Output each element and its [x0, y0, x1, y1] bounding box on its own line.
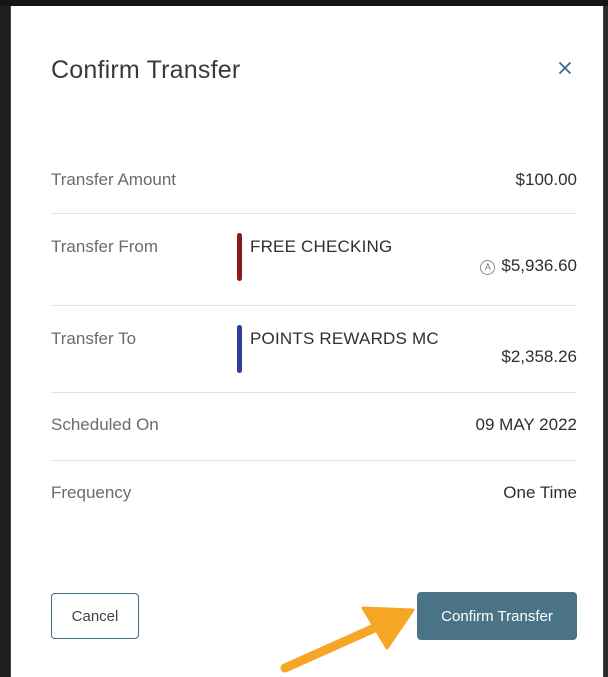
transfer-from-row: Transfer From FREE CHECKING A $5,936.60 — [51, 214, 577, 306]
from-account-name: FREE CHECKING — [250, 237, 393, 256]
cancel-button[interactable]: Cancel — [51, 593, 139, 639]
from-account-color-bar — [237, 233, 242, 281]
available-balance-icon: A — [480, 259, 496, 275]
annotation-arrow-icon — [280, 606, 415, 673]
transfer-to-row: Transfer To POINTS REWARDS MC $2,358.26 — [51, 306, 577, 393]
transfer-amount-row: Transfer Amount $100.00 — [51, 156, 577, 214]
from-account-balance: A $5,936.60 — [480, 256, 577, 276]
transfer-amount-label: Transfer Amount — [51, 170, 177, 189]
frequency-label: Frequency — [51, 483, 132, 502]
frequency-value: One Time — [503, 483, 577, 502]
scheduled-on-row: Scheduled On 09 MAY 2022 — [51, 393, 577, 461]
transfer-amount-value: $100.00 — [515, 170, 577, 189]
transfer-from-label: Transfer From — [51, 237, 159, 256]
background-window-edge — [0, 0, 10, 677]
to-account-color-bar — [237, 325, 242, 373]
transfer-to-label: Transfer To — [51, 329, 137, 348]
from-account: FREE CHECKING — [237, 233, 392, 281]
scheduled-on-value: 09 MAY 2022 — [475, 415, 577, 434]
close-button[interactable] — [551, 54, 579, 82]
scheduled-on-label: Scheduled On — [51, 415, 159, 434]
to-account-balance: $2,358.26 — [501, 347, 577, 366]
to-account: POINTS REWARDS MC — [237, 325, 439, 373]
dialog-title: Confirm Transfer — [51, 56, 241, 84]
close-icon — [559, 62, 571, 74]
confirm-transfer-dialog: Confirm Transfer Transfer Amount $100.00… — [10, 6, 604, 677]
from-balance-amount: $5,936.60 — [501, 256, 577, 275]
frequency-row: Frequency One Time — [51, 461, 577, 521]
confirm-transfer-button[interactable]: Confirm Transfer — [417, 592, 577, 640]
to-account-name: POINTS REWARDS MC — [250, 329, 439, 348]
